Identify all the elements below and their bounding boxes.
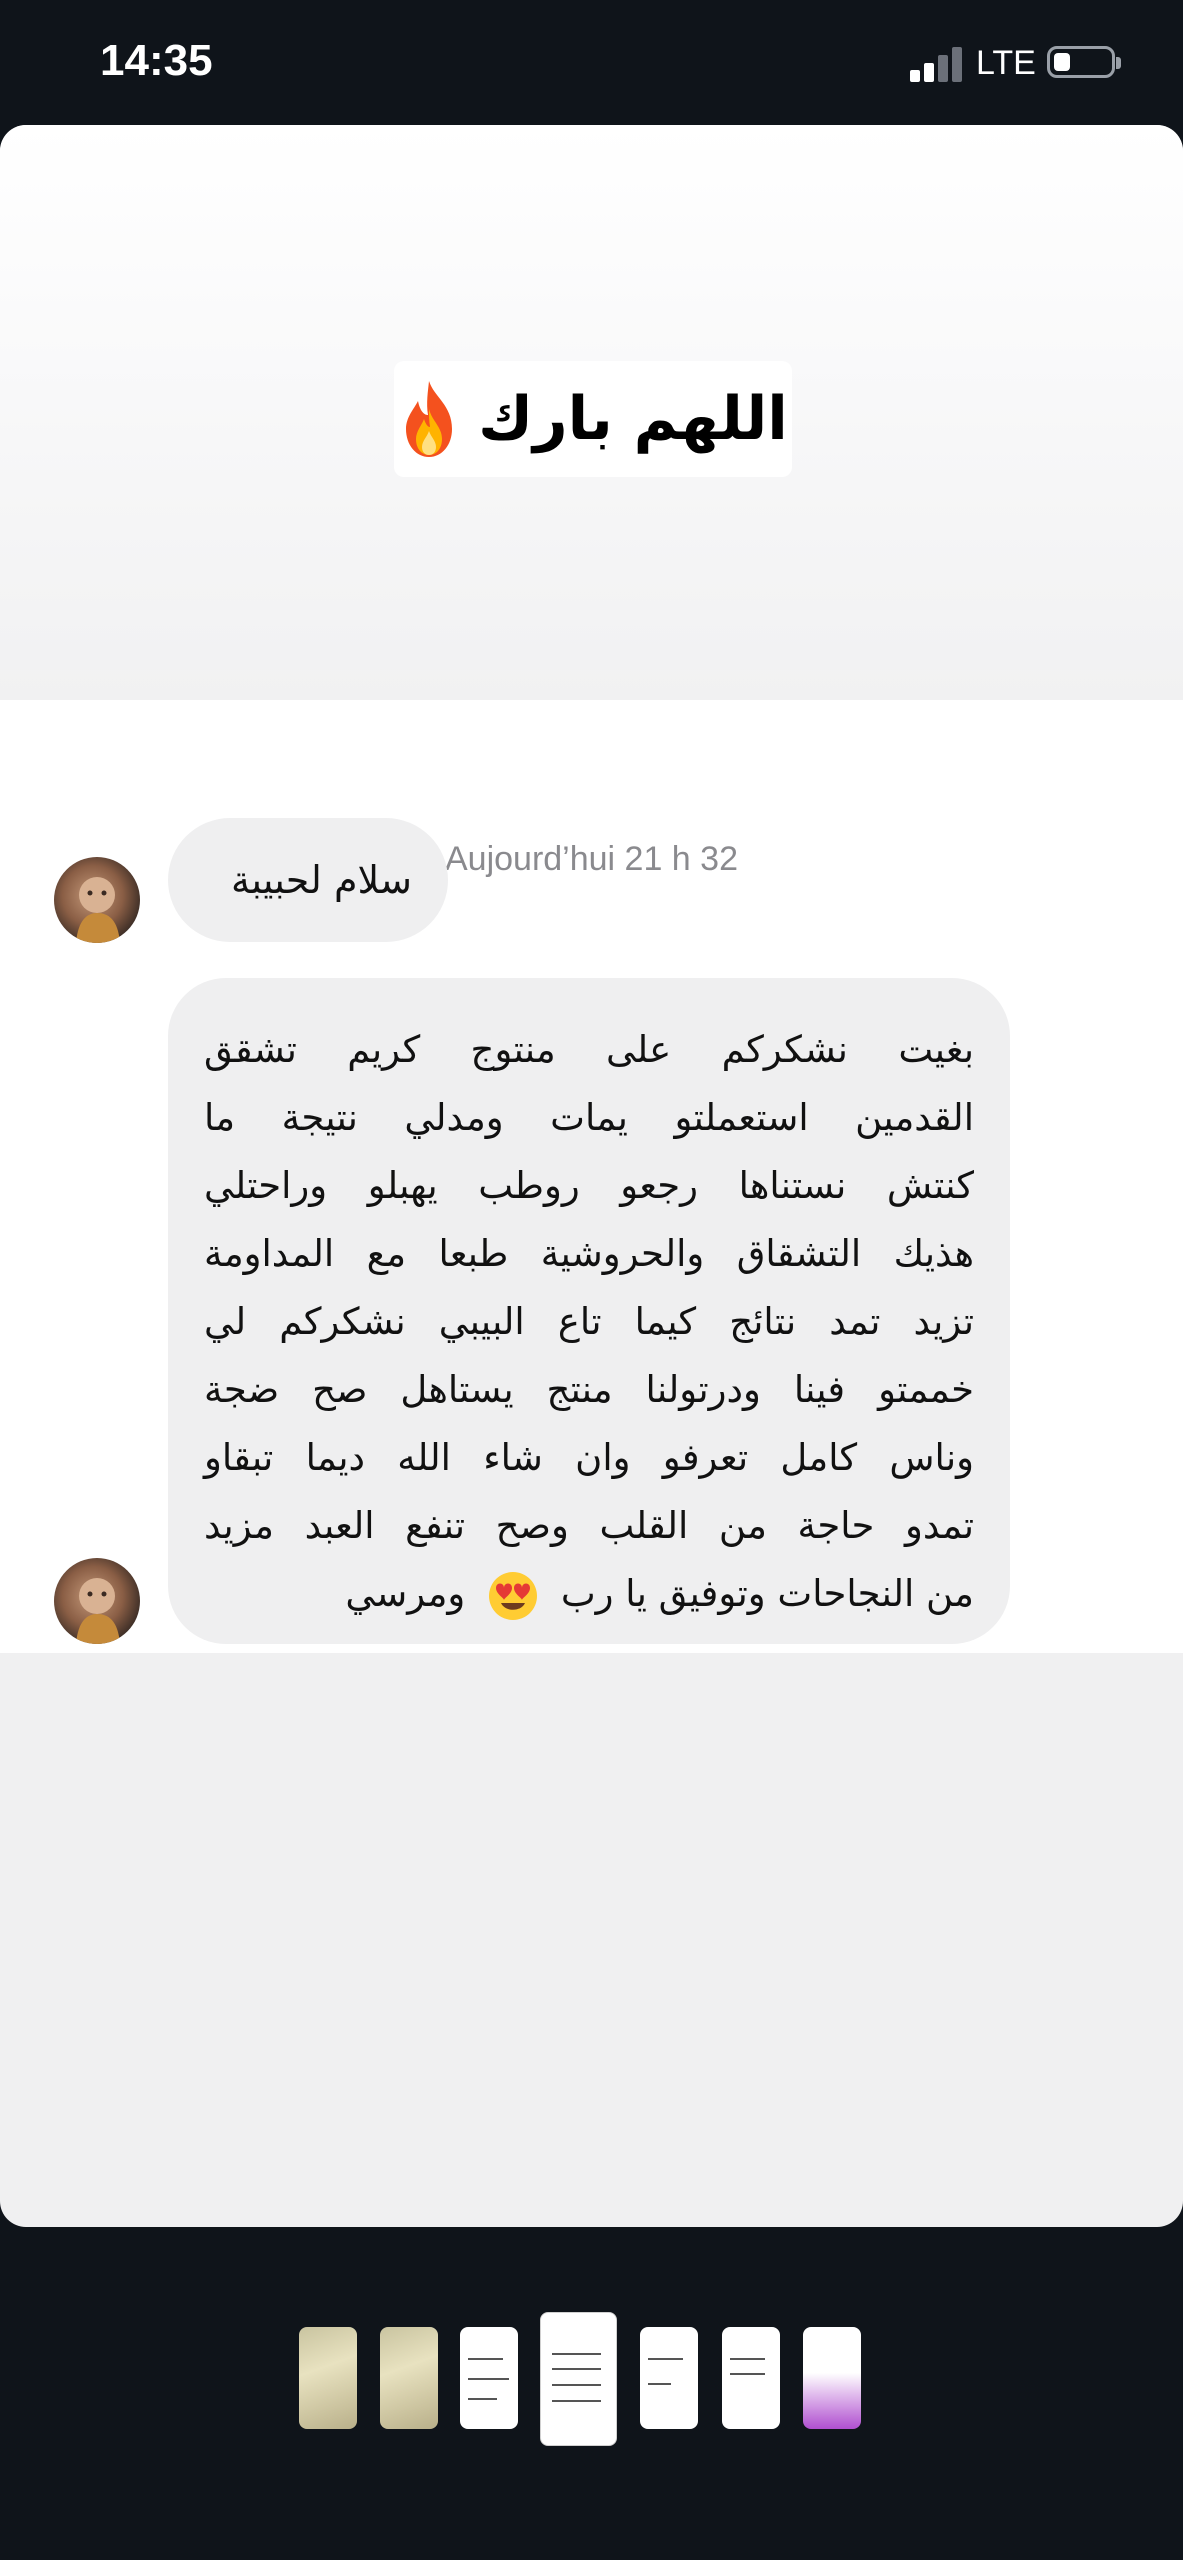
- message-line: ومرسي: [345, 1572, 466, 1615]
- message-line: بغيت نشكركم على منتوج كريم تشقق: [204, 1028, 974, 1071]
- message-line: القدمين استعملتو يمات ومدلي نتيجة ما: [204, 1096, 974, 1139]
- message-line: تمدو حاجة من القلب وصح تنفع العبد مزيد: [204, 1504, 974, 1547]
- story-viewer-screen: 14:35 LTE اللهم بارك Aujourd’hui 21 h 32…: [0, 0, 1183, 2560]
- story-thumbnail[interactable]: [380, 2327, 438, 2429]
- heart-eyes-emoji-icon: [489, 1571, 538, 1620]
- message-line: كنتش نستناها رجعو روطب يهبلو وراحتلي: [204, 1164, 974, 1207]
- story-thumbnail[interactable]: [722, 2327, 780, 2429]
- message-line-last: من النجاحات وتوفيق يا رب ومرسي: [204, 1560, 974, 1628]
- message-line: خممتو فينا ودرتولنا منتج يستاهل صح ضجة: [204, 1368, 974, 1411]
- story-card[interactable]: اللهم بارك Aujourd’hui 21 h 32 سلام لحبي…: [0, 125, 1183, 2227]
- battery-icon: [1047, 46, 1121, 78]
- fire-icon: [406, 381, 453, 457]
- sticker-text: اللهم بارك: [478, 384, 788, 454]
- cellular-signal-icon: [910, 46, 966, 82]
- story-header-area: اللهم بارك: [0, 125, 1183, 700]
- message-line: وناس كامل تعرفو وان شاء الله ديما تبقاو: [204, 1436, 974, 1479]
- message-text: سلام لحبيبة: [230, 858, 412, 902]
- message-line: هذيك التشقاق والحروشية طبعا مع المداومة: [204, 1232, 974, 1275]
- message-line: من النجاحات وتوفيق يا رب: [560, 1572, 974, 1615]
- message-bubble: بغيت نشكركم على منتوج كريم تشقق القدمين …: [168, 978, 1010, 1644]
- story-thumbnail[interactable]: [640, 2327, 698, 2429]
- sender-avatar: [54, 857, 140, 943]
- status-bar: 14:35 LTE: [0, 0, 1183, 125]
- status-time: 14:35: [100, 36, 213, 85]
- text-sticker: اللهم بارك: [394, 361, 792, 477]
- story-thumbnail-strip: [0, 2300, 1183, 2460]
- story-thumbnail[interactable]: [803, 2327, 861, 2429]
- story-thumbnail-active[interactable]: [540, 2312, 617, 2446]
- message-line: تزيد تمد نتائج كيما تاع البيبي نشكركم لي: [204, 1300, 974, 1343]
- dm-screenshot: Aujourd’hui 21 h 32 سلام لحبيبة بغيت نشك…: [0, 700, 1183, 1653]
- network-type-label: LTE: [976, 44, 1036, 82]
- story-thumbnail[interactable]: [299, 2327, 357, 2429]
- sender-avatar: [54, 1558, 140, 1644]
- story-thumbnail[interactable]: [460, 2327, 518, 2429]
- message-bubble: سلام لحبيبة: [168, 818, 448, 942]
